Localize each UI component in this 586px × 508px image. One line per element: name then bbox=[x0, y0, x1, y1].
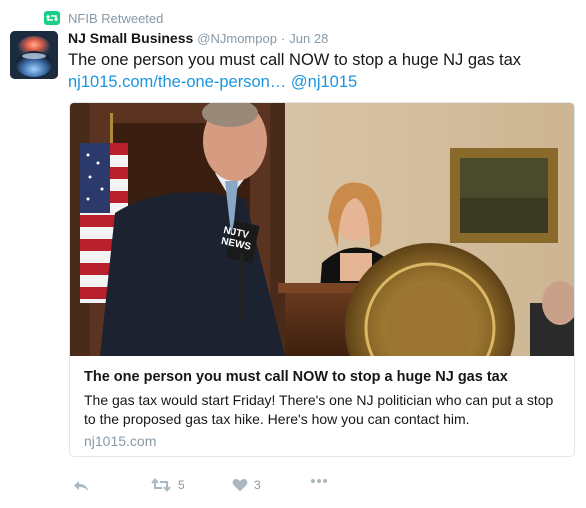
like-count: 3 bbox=[254, 478, 261, 492]
tweet[interactable]: NFIB Retweeted NJ Small Business @NJmomp… bbox=[0, 0, 586, 508]
card-description: The gas tax would start Friday! There's … bbox=[84, 392, 554, 427]
more-button[interactable] bbox=[310, 478, 328, 484]
card-domain: nj1015.com bbox=[84, 433, 157, 449]
avatar[interactable] bbox=[10, 31, 58, 79]
card-body[interactable]: The one person you must call NOW to stop… bbox=[70, 356, 574, 456]
tweet-actions: 5 3 bbox=[70, 478, 490, 498]
screen-name[interactable]: @NJmompop bbox=[197, 31, 277, 46]
card-image[interactable]: NJTV NEWS bbox=[70, 103, 574, 356]
tweet-link[interactable]: nj1015.com/the-one-person… bbox=[68, 73, 286, 91]
retweet-button[interactable]: 5 bbox=[150, 478, 185, 492]
like-button[interactable]: 3 bbox=[232, 478, 261, 492]
more-icon bbox=[310, 478, 328, 484]
retweet-count: 5 bbox=[178, 478, 185, 492]
retweet-icon bbox=[44, 11, 60, 25]
retweet-context-label[interactable]: NFIB Retweeted bbox=[68, 11, 163, 26]
retweet-icon bbox=[150, 478, 172, 492]
reply-icon bbox=[72, 478, 90, 494]
tweet-header: NJ Small Business @NJmompop · Jun 28 bbox=[68, 30, 328, 46]
retweet-context: NFIB Retweeted bbox=[44, 8, 163, 28]
display-name[interactable]: NJ Small Business bbox=[68, 30, 193, 46]
link-card[interactable]: NJTV NEWS The one person you must call N… bbox=[69, 102, 575, 457]
tweet-mention[interactable]: @nj1015 bbox=[291, 73, 357, 91]
timestamp[interactable]: Jun 28 bbox=[289, 31, 328, 46]
card-title: The one person you must call NOW to stop… bbox=[84, 369, 508, 385]
tweet-body: The one person you must call NOW to stop… bbox=[68, 51, 522, 69]
reply-button[interactable] bbox=[72, 478, 90, 494]
heart-icon bbox=[232, 478, 248, 492]
tweet-text: The one person you must call NOW to stop… bbox=[68, 49, 568, 93]
separator: · bbox=[280, 31, 286, 46]
